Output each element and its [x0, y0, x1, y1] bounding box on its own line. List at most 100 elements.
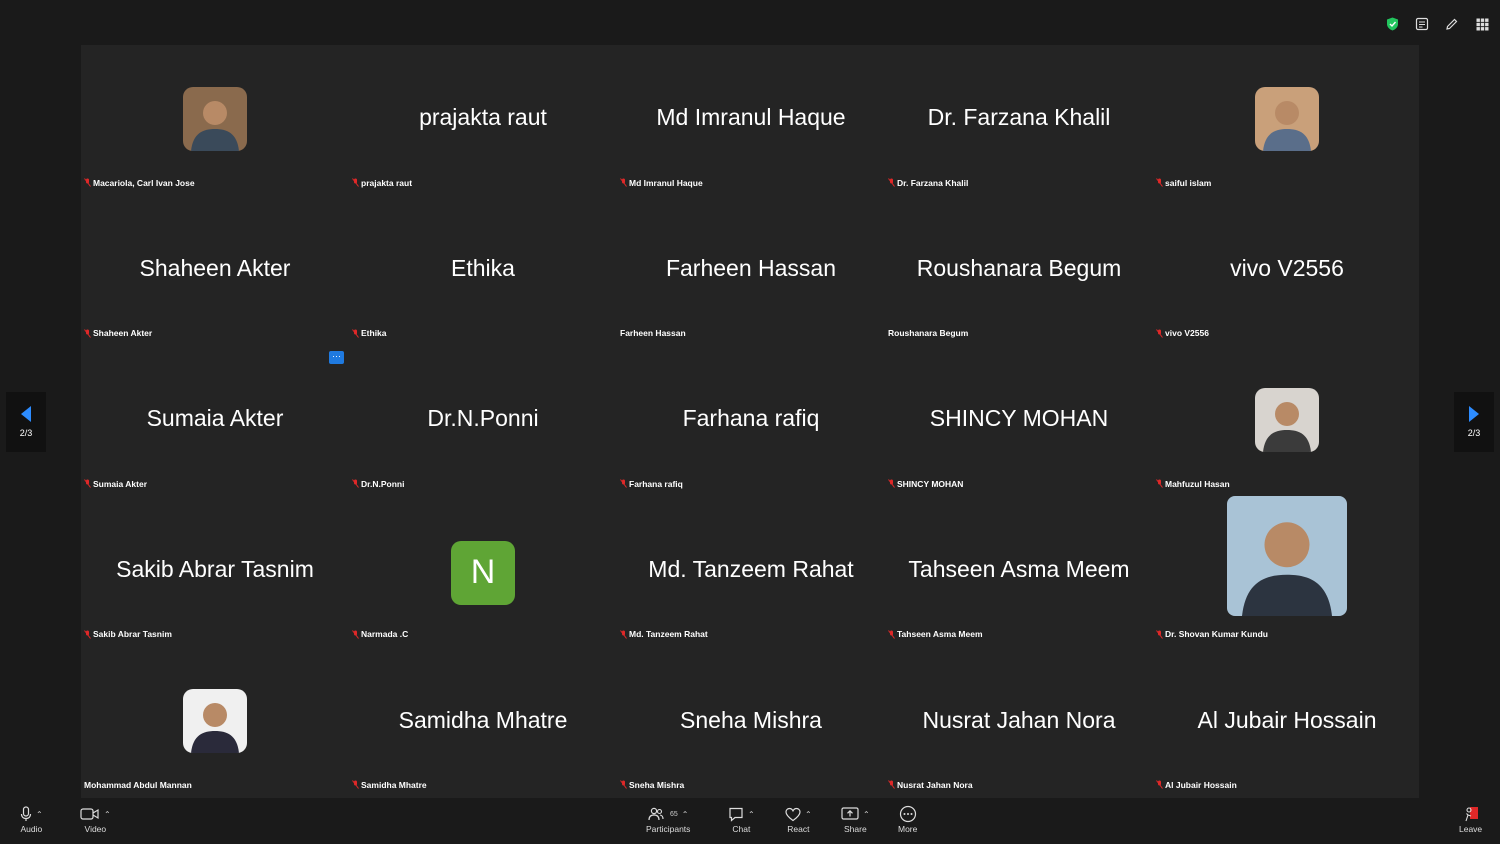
participant-tile[interactable]: Dr. Farzana Khalil Dr. Farzana Khalil: [885, 45, 1153, 196]
muted-microphone-icon: [352, 479, 359, 489]
participant-tile[interactable]: Sneha Mishra Sneha Mishra: [617, 647, 885, 798]
participant-tile[interactable]: Shaheen Akter Shaheen Akter: [81, 196, 349, 347]
page-indicator: 2/3: [1467, 428, 1481, 438]
video-camera-icon: [80, 808, 99, 820]
chat-button[interactable]: ⌃ Chat: [728, 804, 755, 834]
participant-tile[interactable]: Nusrat Jahan Nora Nusrat Jahan Nora: [885, 647, 1153, 798]
muted-microphone-icon: [84, 479, 91, 489]
participant-tile[interactable]: SHINCY MOHAN SHINCY MOHAN: [885, 346, 1153, 497]
participant-tile[interactable]: Tahseen Asma Meem Tahseen Asma Meem: [885, 497, 1153, 648]
video-button[interactable]: ⌃ Video: [80, 804, 111, 834]
share-label: Share: [844, 824, 867, 834]
muted-microphone-icon: [620, 479, 627, 489]
participant-label-text: Macariola, Carl Ivan Jose: [93, 177, 195, 188]
participant-display-name: Nusrat Jahan Nora: [922, 706, 1116, 733]
muted-microphone-icon: [620, 630, 627, 639]
participant-name-label: Mahfuzul Hasan: [1156, 479, 1230, 489]
participant-tile[interactable]: Samidha Mhatre Samidha Mhatre: [349, 647, 617, 798]
shield-icon[interactable]: [1382, 14, 1402, 34]
participant-display-name: vivo V2556: [1230, 254, 1344, 281]
participant-name-label: Dr. Shovan Kumar Kundu: [1156, 629, 1268, 639]
more-button[interactable]: More: [898, 804, 917, 834]
participants-options-caret[interactable]: ⌃: [682, 810, 689, 819]
participant-name-label: Farheen Hassan: [620, 328, 686, 338]
participant-name-label: Tahseen Asma Meem: [888, 629, 983, 639]
participant-display-name: prajakta raut: [419, 104, 547, 131]
participant-name-label: Ethika: [352, 328, 387, 338]
participant-tile[interactable]: Dr. Shovan Kumar Kundu: [1153, 495, 1421, 648]
muted-microphone-icon: [888, 178, 895, 187]
muted-microphone-icon: [352, 630, 359, 639]
participant-tile[interactable]: Md. Tanzeem Rahat Md. Tanzeem Rahat: [617, 497, 885, 648]
react-button[interactable]: ⌃ React: [785, 804, 812, 834]
participant-tile[interactable]: Al Jubair Hossain Al Jubair Hossain: [1153, 647, 1421, 798]
share-button[interactable]: ⌃ Share: [841, 804, 870, 834]
participant-display-name: Sneha Mishra: [680, 706, 822, 733]
participant-name-label: Shaheen Akter: [84, 328, 152, 338]
participant-display-name: Dr.N.Ponni: [427, 405, 539, 432]
participant-label-text: Nusrat Jahan Nora: [897, 779, 973, 790]
participant-name-label: prajakta raut: [352, 178, 412, 188]
muted-microphone-icon: [888, 479, 895, 489]
muted-microphone-icon: [84, 328, 91, 338]
participant-name-label: saiful islam: [1156, 178, 1211, 188]
arrow-left-icon: [21, 406, 31, 422]
muted-microphone-icon: [1156, 630, 1163, 639]
participant-display-name: Tahseen Asma Meem: [908, 555, 1130, 582]
participant-tile[interactable]: Ethika Ethika: [349, 196, 617, 347]
audio-options-caret[interactable]: ⌃: [36, 810, 43, 819]
participant-name-label: Nusrat Jahan Nora: [888, 780, 973, 790]
participant-tile[interactable]: Mohammad Abdul Mannan: [81, 647, 349, 798]
video-label: Video: [84, 824, 107, 834]
participant-tile[interactable]: N Narmada .C: [349, 497, 617, 648]
participant-name-label: Dr. Farzana Khalil: [888, 178, 968, 188]
participant-tile[interactable]: Farhana rafiq Farhana rafiq: [617, 346, 885, 497]
participant-tile[interactable]: saiful islam: [1153, 45, 1421, 196]
view-grid-icon[interactable]: [1472, 14, 1492, 34]
page-indicator: 2/3: [19, 428, 33, 438]
participant-name-label: Al Jubair Hossain: [1156, 780, 1237, 790]
notes-icon[interactable]: [1412, 14, 1432, 34]
chat-options-caret[interactable]: ⌃: [748, 810, 755, 819]
participant-label-text: Sneha Mishra: [629, 779, 685, 790]
participants-button[interactable]: 65 ⌃ Participants: [646, 804, 690, 834]
muted-microphone-icon: [888, 630, 895, 639]
participant-tile[interactable]: Sakib Abrar Tasnim Sakib Abrar Tasnim: [81, 497, 349, 648]
previous-page-button[interactable]: 2/3: [6, 392, 46, 452]
audio-label: Audio: [20, 824, 43, 834]
participant-display-name: Ethika: [451, 254, 515, 281]
participant-avatar: [1255, 388, 1319, 453]
participant-tile[interactable]: Farheen Hassan Farheen Hassan: [617, 196, 885, 347]
microphone-icon: [20, 806, 32, 821]
participant-label-text: Mohammad Abdul Mannan: [84, 779, 192, 790]
participant-tile[interactable]: vivo V2556 vivo V2556: [1153, 196, 1421, 347]
participant-tile[interactable]: Roushanara Begum Roushanara Begum: [885, 196, 1153, 347]
participant-tile[interactable]: Md Imranul Haque Md Imranul Haque: [617, 45, 885, 196]
video-options-caret[interactable]: ⌃: [104, 810, 111, 819]
participant-tile[interactable]: Sumaia Akter Sumaia Akter: [81, 346, 349, 497]
participant-tile[interactable]: Dr.N.Ponni Dr.N.Ponni: [349, 346, 617, 497]
muted-microphone-icon: [888, 780, 895, 790]
share-options-caret[interactable]: ⌃: [863, 810, 870, 819]
participant-tile[interactable]: Macariola, Carl Ivan Jose: [81, 45, 349, 196]
participant-display-name: Shaheen Akter: [139, 254, 291, 281]
audio-button[interactable]: ⌃ Audio: [20, 804, 43, 834]
leave-button[interactable]: Leave: [1459, 804, 1482, 834]
participant-tile[interactable]: Mahfuzul Hasan: [1153, 346, 1421, 497]
participant-avatar: [183, 87, 247, 151]
participant-name-label: Dr.N.Ponni: [352, 479, 404, 489]
participant-tile[interactable]: prajakta raut prajakta raut: [349, 45, 617, 196]
participant-display-name: Md Imranul Haque: [656, 104, 846, 131]
next-page-button[interactable]: 2/3: [1454, 392, 1494, 452]
more-options-button[interactable]: ···: [329, 351, 344, 364]
participant-avatar: [1227, 495, 1347, 616]
participant-label-text: vivo V2556: [1165, 328, 1209, 339]
heart-icon: [785, 807, 801, 821]
video-gallery: Macariola, Carl Ivan Jose prajakta raut pr…: [81, 45, 1419, 798]
pencil-icon[interactable]: [1442, 14, 1462, 34]
top-right-controls: [1382, 14, 1492, 34]
participant-label-text: saiful islam: [1165, 177, 1212, 188]
participant-name-label: Roushanara Begum: [888, 328, 968, 338]
participants-count: 65: [669, 810, 678, 818]
react-options-caret[interactable]: ⌃: [805, 810, 812, 819]
